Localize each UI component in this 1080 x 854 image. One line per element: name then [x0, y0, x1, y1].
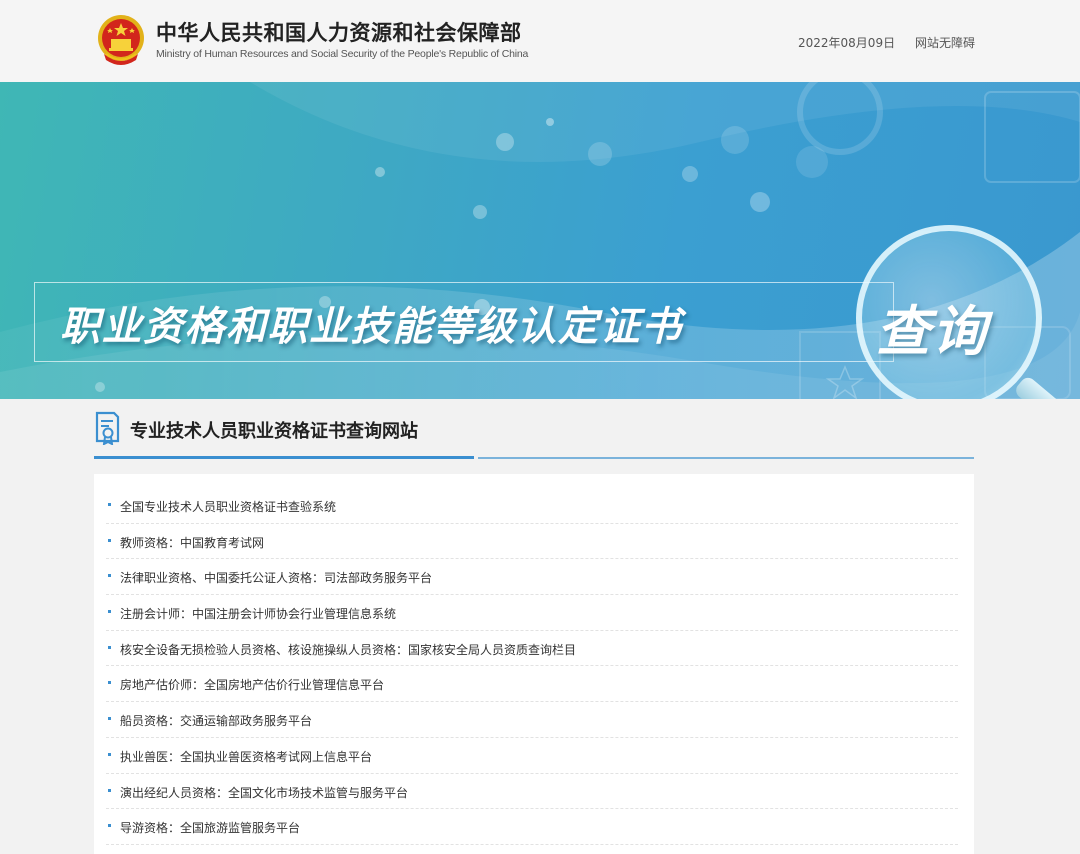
list-item[interactable]: 船员资格：交通运输部政务服务平台 [106, 702, 958, 738]
bullet-icon [108, 824, 111, 828]
list-item-label[interactable]: 法律职业资格、中国委托公证人资格：司法部政务服务平台 [120, 569, 432, 586]
site-header: 中华人民共和国人力资源和社会保障部 Ministry of Human Reso… [0, 0, 1080, 82]
list-item[interactable]: 法律职业资格、中国委托公证人资格：司法部政务服务平台 [106, 559, 958, 596]
list-item[interactable]: 房地产估价师：全国房地产估价行业管理信息平台 [106, 666, 958, 703]
list-item-label[interactable]: 执业兽医：全国执业兽医资格考试网上信息平台 [120, 748, 372, 765]
link-list: 全国专业技术人员职业资格证书查验系统 教师资格：中国教育考试网 法律职业资格、中… [94, 474, 974, 845]
link-list-panel: 全国专业技术人员职业资格证书查验系统 教师资格：中国教育考试网 法律职业资格、中… [94, 474, 974, 854]
list-item-label[interactable]: 导游资格：全国旅游监管服务平台 [120, 819, 300, 836]
banner-title: 职业资格和职业技能等级认定证书 [60, 304, 683, 350]
list-item[interactable]: 全国专业技术人员职业资格证书查验系统 [106, 488, 958, 524]
bullet-icon [108, 681, 111, 685]
list-item[interactable]: 导游资格：全国旅游监管服务平台 [106, 809, 958, 845]
list-item-label[interactable]: 演出经纪人员资格：全国文化市场技术监管与服务平台 [120, 784, 408, 801]
list-item[interactable]: 演出经纪人员资格：全国文化市场技术监管与服务平台 [106, 774, 958, 810]
section-title: 专业技术人员职业资格证书查询网站 [130, 421, 418, 442]
accessibility-link[interactable]: 网站无障碍 [915, 34, 975, 51]
list-item-label[interactable]: 房地产估价师：全国房地产估价行业管理信息平台 [120, 676, 384, 693]
list-item[interactable]: 注册会计师：中国注册会计师协会行业管理信息系统 [106, 595, 958, 631]
bullet-icon [108, 788, 111, 792]
bullet-icon [108, 610, 111, 614]
list-item-label[interactable]: 教师资格：中国教育考试网 [120, 534, 264, 551]
list-item[interactable]: 核安全设备无损检验人员资格、核设施操纵人员资格：国家核安全局人员资质查询栏目 [106, 631, 958, 667]
bullet-icon [108, 752, 111, 756]
banner-query-label: 查询 [876, 300, 988, 363]
section-header: 专业技术人员职业资格证书查询网站 [94, 407, 974, 459]
list-item[interactable]: 教师资格：中国教育考试网 [106, 524, 958, 560]
list-item-label[interactable]: 船员资格：交通运输部政务服务平台 [120, 712, 312, 729]
list-item-label[interactable]: 注册会计师：中国注册会计师协会行业管理信息系统 [120, 605, 396, 622]
certificate-icon [95, 411, 120, 445]
section-rule-primary [94, 456, 474, 459]
list-item-label[interactable]: 核安全设备无损检验人员资格、核设施操纵人员资格：国家核安全局人员资质查询栏目 [120, 641, 576, 658]
ministry-name-cn: 中华人民共和国人力资源和社会保障部 [156, 21, 522, 45]
national-emblem-icon [98, 15, 144, 65]
list-item[interactable]: 执业兽医：全国执业兽医资格考试网上信息平台 [106, 738, 958, 774]
bullet-icon [108, 538, 111, 542]
current-date: 2022年08月09日 [798, 36, 896, 50]
bullet-icon [108, 574, 111, 578]
hero-banner: 职业资格和职业技能等级认定证书 查询 [0, 82, 1080, 399]
ministry-name-en: Ministry of Human Resources and Social S… [156, 48, 529, 60]
bullet-icon [108, 503, 111, 506]
section-rule-secondary [478, 457, 974, 459]
bullet-icon [108, 645, 111, 649]
bullet-icon [108, 717, 111, 721]
list-item-label[interactable]: 全国专业技术人员职业资格证书查验系统 [120, 498, 336, 515]
